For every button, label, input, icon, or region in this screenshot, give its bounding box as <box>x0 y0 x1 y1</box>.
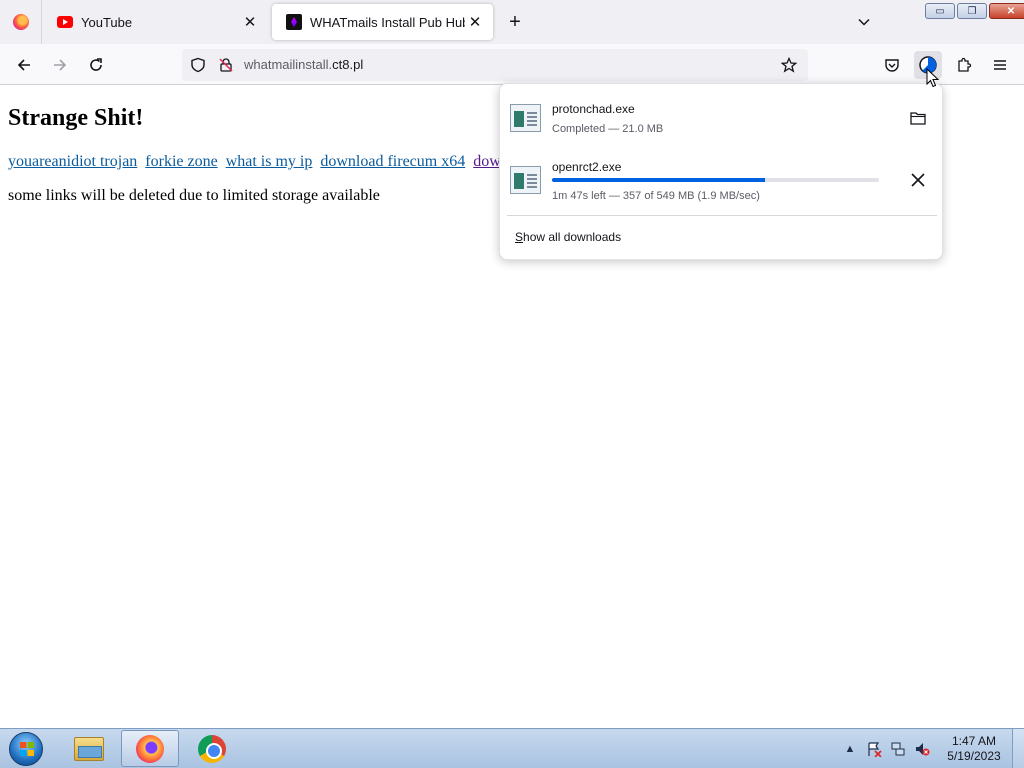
clock-time: 1:47 AM <box>951 734 997 748</box>
forward-button[interactable] <box>46 51 74 79</box>
chrome-icon <box>198 734 226 763</box>
new-tab-button[interactable]: + <box>503 10 527 34</box>
minimize-button[interactable]: ▭ <box>925 3 955 19</box>
firefox-logo-icon <box>12 14 29 30</box>
close-tab-icon[interactable]: ✕ <box>465 12 485 32</box>
storage-note: some links will be deleted due to limite… <box>8 187 380 204</box>
download-progress-bar <box>552 178 879 182</box>
download-item-protonchad[interactable]: protonchad.exe Completed — 21.0 MB <box>500 88 944 146</box>
accesskey-letter: S <box>515 230 524 244</box>
folder-icon <box>910 112 926 125</box>
navigation-toolbar: whatmailinstall.ct8.pl <box>0 44 1024 85</box>
downloads-panel: protonchad.exe Completed — 21.0 MB openr… <box>499 83 943 260</box>
show-all-label: how all downloads <box>523 230 622 244</box>
tab-label: YouTube <box>81 14 133 30</box>
show-hidden-icons-icon[interactable]: ▲ <box>842 741 858 757</box>
youtube-favicon-icon <box>57 14 73 30</box>
show-all-downloads-button[interactable]: Show all downloads <box>515 230 621 244</box>
download-status: 1m 47s left — 357 of 549 MB (1.9 MB/sec) <box>552 190 760 202</box>
panel-divider <box>507 215 937 216</box>
taskbar-firefox[interactable] <box>121 730 179 767</box>
executable-file-icon <box>510 104 541 132</box>
tab-strip: YouTube ✕ WHATmails Install Pub Hub ✕ + … <box>0 0 1024 44</box>
download-progress-fill <box>552 178 765 182</box>
windows-start-orb-icon <box>9 732 43 766</box>
firefox-view-button[interactable] <box>0 0 42 44</box>
cancel-download-button[interactable] <box>906 168 930 192</box>
maximize-button[interactable]: ❐ <box>957 3 987 19</box>
hamburger-menu-icon <box>994 60 1006 70</box>
back-button[interactable] <box>10 51 38 79</box>
insecure-lock-icon[interactable] <box>218 57 234 73</box>
reload-button[interactable] <box>82 51 110 79</box>
show-desktop-button[interactable] <box>1012 729 1024 768</box>
chevron-down-icon <box>858 18 870 26</box>
link-what-is-my-ip[interactable]: what is my ip <box>226 153 313 170</box>
tab-whatmails[interactable]: WHATmails Install Pub Hub ✕ <box>272 4 493 40</box>
download-filename: openrct2.exe <box>552 160 622 174</box>
whatmails-favicon-icon <box>286 14 302 30</box>
app-menu-button[interactable] <box>986 51 1014 79</box>
extensions-button[interactable] <box>950 51 978 79</box>
tab-youtube[interactable]: YouTube ✕ <box>43 4 268 40</box>
clock[interactable]: 1:47 AM 5/19/2023 <box>944 734 1004 764</box>
folder-icon <box>74 736 104 761</box>
link-download-firecum-x64[interactable]: download firecum x64 <box>320 153 465 170</box>
puzzle-icon <box>958 57 972 72</box>
network-icon[interactable] <box>890 741 906 757</box>
url-prefix: whatmailinstall. <box>244 57 333 72</box>
bookmark-star-icon[interactable] <box>781 57 797 73</box>
link-youareanidiot-trojan[interactable]: youareanidiot trojan <box>8 153 137 170</box>
taskbar: ▲ 1:47 AM 5/19/2023 <box>0 728 1024 768</box>
links-row: youareanidiot trojan forkie zone what is… <box>8 153 508 171</box>
mouse-cursor-icon <box>926 68 940 88</box>
volume-muted-icon[interactable] <box>914 741 930 757</box>
clock-date: 5/19/2023 <box>947 749 1001 763</box>
start-button[interactable] <box>6 731 46 767</box>
taskbar-chrome[interactable] <box>183 730 241 767</box>
url-text[interactable]: whatmailinstall.ct8.pl <box>244 57 363 72</box>
close-window-button[interactable]: ✕ <box>989 3 1024 19</box>
forward-arrow-icon <box>54 59 67 71</box>
taskbar-explorer[interactable] <box>60 730 118 767</box>
pocket-button[interactable] <box>878 51 906 79</box>
screen: YouTube ✕ WHATmails Install Pub Hub ✕ + … <box>0 0 1024 768</box>
firefox-icon <box>136 734 164 763</box>
pocket-icon <box>885 59 899 72</box>
system-tray: ▲ <box>842 729 930 768</box>
reload-icon <box>90 58 102 71</box>
download-filename: protonchad.exe <box>552 102 635 116</box>
action-center-flag-icon[interactable] <box>866 741 882 757</box>
executable-file-icon <box>510 166 541 194</box>
url-bar[interactable]: whatmailinstall.ct8.pl <box>182 49 808 81</box>
link-forkie-zone[interactable]: forkie zone <box>145 153 217 170</box>
url-domain: ct8.pl <box>332 57 364 72</box>
tracking-protection-shield-icon[interactable] <box>190 57 206 73</box>
close-icon <box>911 173 925 187</box>
open-folder-button[interactable] <box>906 106 930 130</box>
download-status: Completed — 21.0 MB <box>552 123 664 135</box>
list-all-tabs-button[interactable] <box>852 10 876 34</box>
close-tab-icon[interactable]: ✕ <box>240 12 260 32</box>
page-heading: Strange Shit! <box>8 105 144 131</box>
back-arrow-icon <box>17 59 30 71</box>
tab-label: WHATmails Install Pub Hub <box>310 14 465 30</box>
